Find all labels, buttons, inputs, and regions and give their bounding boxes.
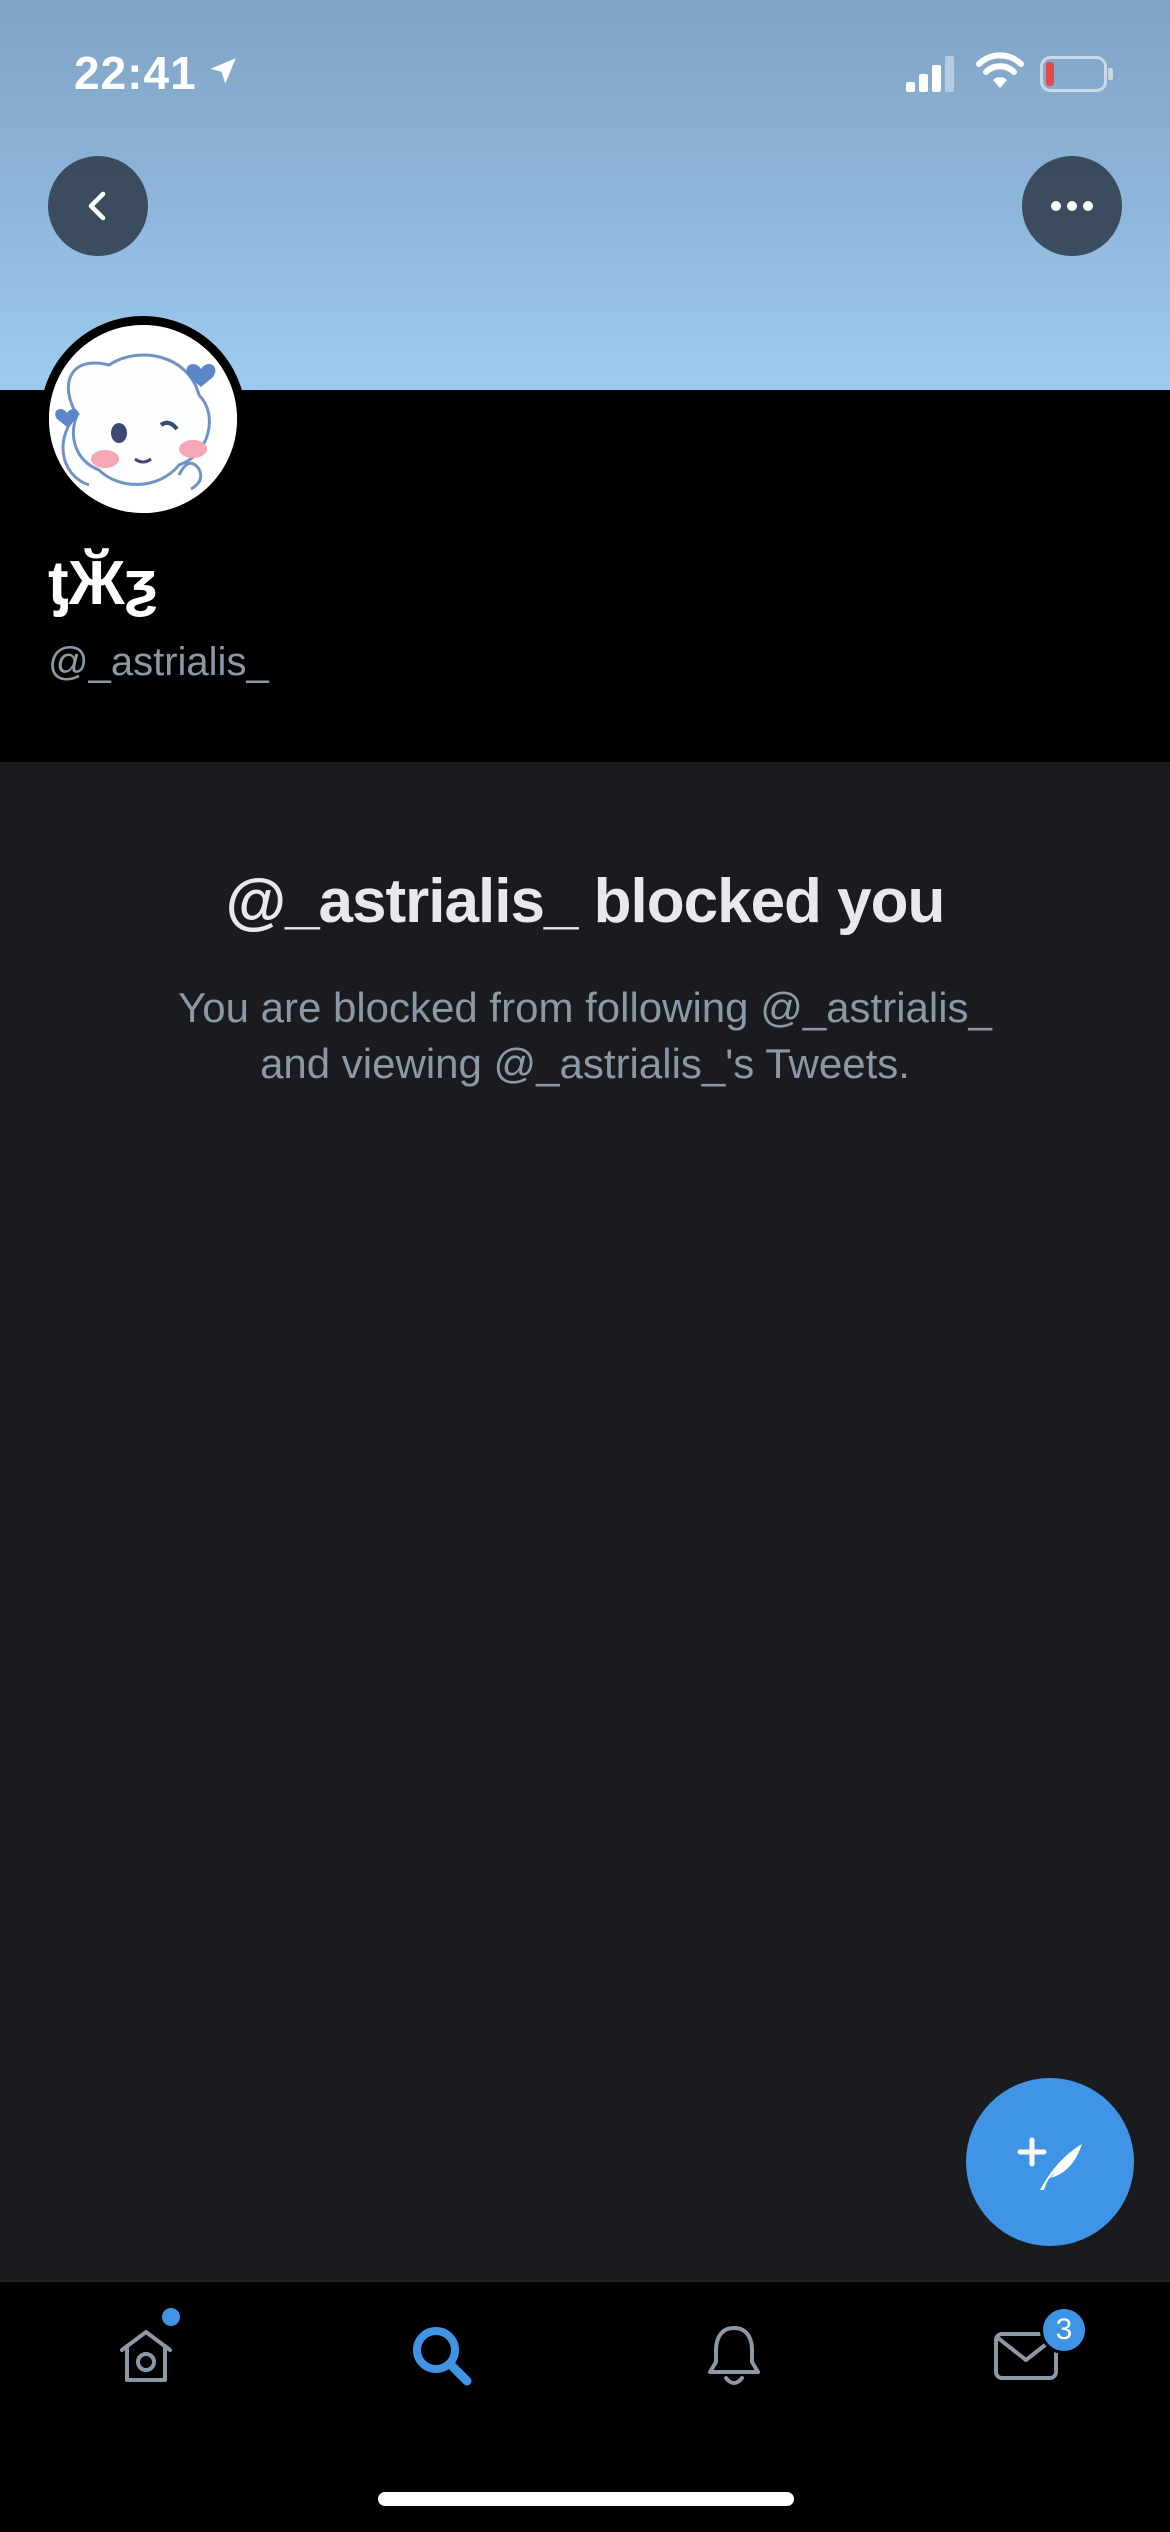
avatar-image — [49, 325, 237, 513]
cellular-signal-icon — [906, 56, 954, 92]
handle: @_astrialis_ — [48, 640, 269, 684]
blocked-description-line-1: You are blocked from following @_astrial… — [178, 984, 992, 1031]
blocked-description: You are blocked from following @_astrial… — [100, 980, 1070, 1092]
compose-tweet-button[interactable] — [966, 2078, 1134, 2246]
avatar-illustration — [49, 325, 237, 513]
compose-tweet-icon — [1017, 2137, 1082, 2190]
tab-notifications[interactable] — [694, 2316, 774, 2396]
bell-icon — [708, 2326, 760, 2385]
more-options-button[interactable] — [1022, 156, 1122, 256]
blocked-notice: @_astrialis_ blocked you You are blocked… — [0, 762, 1170, 2280]
status-time: 22:41 — [74, 47, 197, 99]
blocked-title: @_astrialis_ blocked you — [225, 867, 946, 936]
chevron-left-icon — [88, 191, 106, 221]
tab-home[interactable] — [106, 2316, 186, 2396]
home-indicator[interactable] — [378, 2492, 794, 2506]
blocked-description-line-2: and viewing @_astrialis_'s Tweets. — [260, 1040, 910, 1087]
more-horizontal-icon — [1051, 201, 1093, 211]
avatar[interactable] — [40, 316, 246, 522]
display-name: ƫӁƺ — [48, 549, 158, 618]
home-new-content-dot — [162, 2308, 180, 2326]
messages-badge: 3 — [1040, 2306, 1088, 2354]
home-icon — [120, 2330, 172, 2382]
search-icon — [413, 2327, 472, 2386]
tab-search[interactable] — [402, 2316, 482, 2396]
status-bar: 22:41 — [0, 0, 1170, 150]
wifi-icon — [976, 52, 1024, 88]
location-arrow-icon — [210, 58, 236, 84]
battery-low-icon — [1040, 56, 1113, 92]
back-button[interactable] — [48, 156, 148, 256]
